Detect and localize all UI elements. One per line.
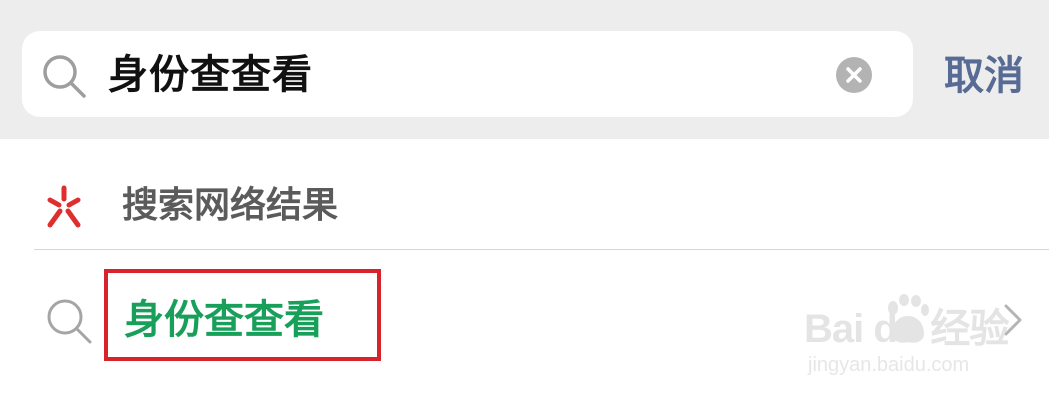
web-search-icon (47, 185, 81, 228)
watermark-url: jingyan.baidu.com (808, 354, 970, 376)
cancel-button[interactable]: 取消 (944, 45, 1024, 107)
web-search-row[interactable]: 搜索网络结果 (0, 139, 1049, 249)
search-query-text[interactable]: 身份查查看 (108, 40, 313, 110)
search-icon (47, 299, 92, 344)
web-search-label: 搜索网络结果 (122, 185, 339, 226)
search-icon (43, 55, 86, 98)
paw-icon (888, 294, 929, 343)
watermark: Bai du 经验 jingyan.baidu.com (800, 290, 1009, 390)
highlight-box (104, 269, 381, 361)
clear-button[interactable] (836, 57, 872, 93)
clear-icon (846, 67, 862, 83)
